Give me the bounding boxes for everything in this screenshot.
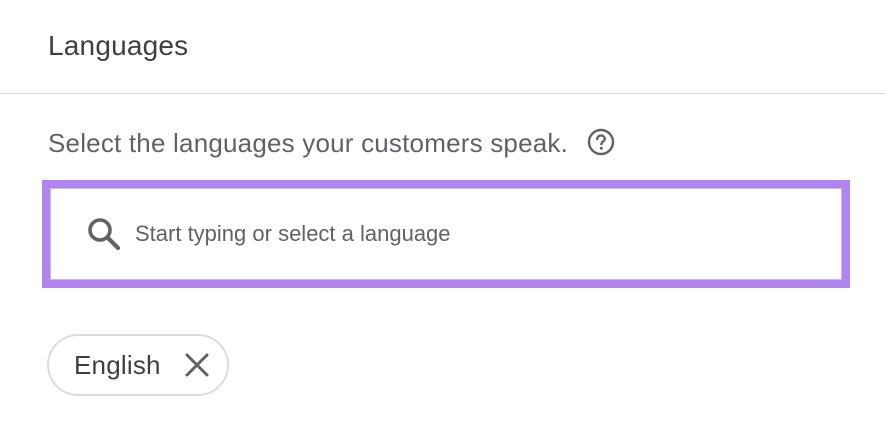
search-icon xyxy=(85,215,123,253)
instruction-text: Select the languages your customers spea… xyxy=(48,128,569,158)
language-search-input[interactable] xyxy=(135,221,775,247)
instruction-row: Select the languages your customers spea… xyxy=(48,128,616,159)
languages-panel: Languages Select the languages your cust… xyxy=(0,0,886,440)
panel-header: Languages xyxy=(0,0,886,94)
page-title: Languages xyxy=(48,29,189,61)
close-icon[interactable] xyxy=(183,351,211,379)
chip-label: English xyxy=(74,349,161,380)
language-chip-english: English xyxy=(47,334,229,396)
language-search-box[interactable] xyxy=(50,188,842,280)
help-circle-icon[interactable] xyxy=(586,127,616,157)
search-highlight xyxy=(42,180,850,288)
